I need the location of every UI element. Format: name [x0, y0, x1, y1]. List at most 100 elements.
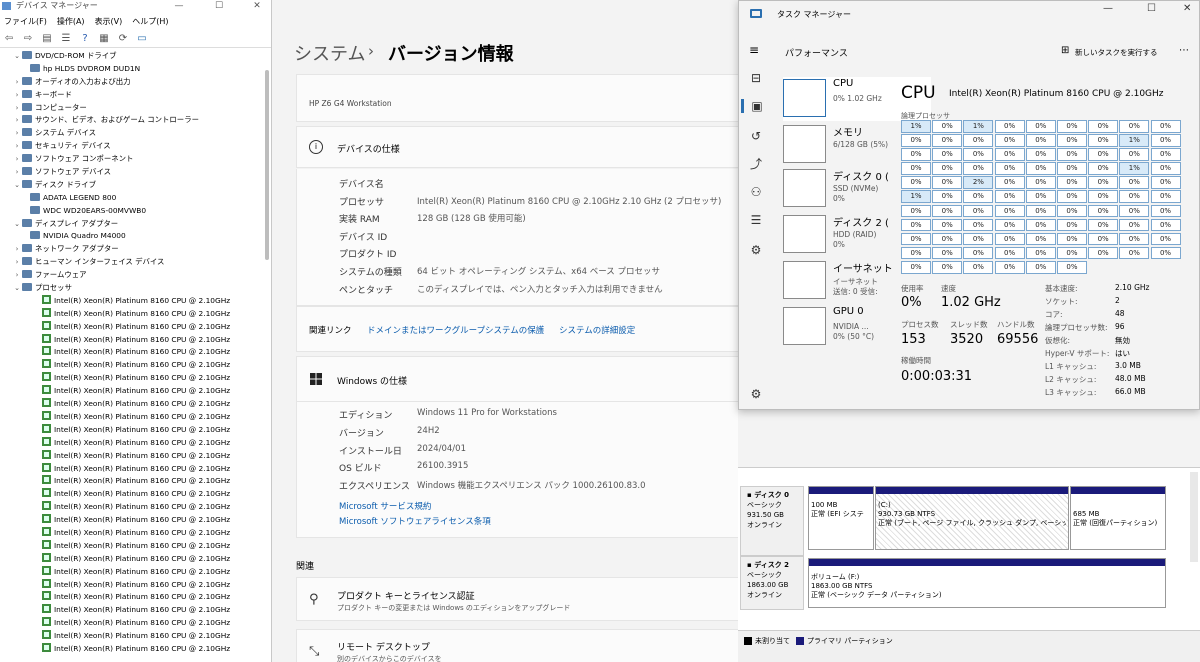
minimize-button[interactable]: —: [166, 0, 192, 12]
processor-item[interactable]: Intel(R) Xeon(R) Platinum 8160 CPU @ 2.1…: [0, 385, 271, 398]
tree-item[interactable]: WDC WD20EARS-00MVWB0: [0, 205, 271, 218]
services-icon[interactable]: ⚙: [749, 243, 763, 257]
processor-item[interactable]: Intel(R) Xeon(R) Platinum 8160 CPU @ 2.1…: [0, 359, 271, 372]
link-domain[interactable]: ドメインまたはワークグループ: [367, 324, 485, 336]
disk0-info[interactable]: ▪ ディスク 0 ベーシック 931.50 GB オンライン: [740, 486, 804, 556]
link-ms-services[interactable]: Microsoft サービス規約: [339, 500, 431, 512]
chevron-right-icon[interactable]: ›: [12, 140, 22, 153]
tree-item[interactable]: › キーボード: [0, 89, 271, 102]
processor-item[interactable]: Intel(R) Xeon(R) Platinum 8160 CPU @ 2.1…: [0, 320, 271, 334]
tree-item[interactable]: NVIDIA Quadro M4000: [0, 230, 271, 243]
product-key-card[interactable]: ⚲ プロダクト キーとライセンス認証 プロダクト キーの変更または Window…: [296, 577, 738, 621]
details-icon[interactable]: ☰: [749, 213, 763, 227]
processor-item[interactable]: Intel(R) Xeon(R) Platinum 8160 CPU @ 2.1…: [0, 294, 271, 308]
run-task-icon[interactable]: ⊞: [1061, 45, 1069, 56]
settings-icon[interactable]: ⚙: [749, 387, 763, 401]
tree-item[interactable]: › ネットワーク アダプター: [0, 243, 271, 256]
processor-item[interactable]: Intel(R) Xeon(R) Platinum 8160 CPU @ 2.1…: [0, 552, 271, 566]
tm-close-button[interactable]: ✕: [1183, 3, 1191, 14]
processor-item[interactable]: Intel(R) Xeon(R) Platinum 8160 CPU @ 2.1…: [0, 630, 271, 643]
processes-icon[interactable]: ⊟: [749, 71, 763, 85]
tree-item[interactable]: ⌄ DVD/CD-ROM ドライブ: [0, 50, 271, 63]
back-icon[interactable]: ⇦: [2, 33, 16, 45]
disk-scrollbar[interactable]: [1190, 472, 1198, 562]
chevron-right-icon[interactable]: ›: [12, 76, 22, 89]
processor-item[interactable]: Intel(R) Xeon(R) Platinum 8160 CPU @ 2.1…: [0, 423, 271, 437]
menu-file[interactable]: ファイル(F): [4, 16, 47, 27]
chevron-right-icon[interactable]: ›: [12, 127, 22, 140]
properties-icon[interactable]: ▤: [40, 33, 54, 45]
chevron-down-icon[interactable]: ⌄: [12, 218, 22, 231]
processor-item[interactable]: Intel(R) Xeon(R) Platinum 8160 CPU @ 2.1…: [0, 501, 271, 514]
menu-action[interactable]: 操作(A): [57, 16, 85, 27]
users-icon[interactable]: ⚇: [749, 185, 763, 199]
processor-item[interactable]: Intel(R) Xeon(R) Platinum 8160 CPU @ 2.1…: [0, 514, 271, 527]
processor-item[interactable]: Intel(R) Xeon(R) Platinum 8160 CPU @ 2.1…: [0, 617, 271, 630]
tree-item[interactable]: › ソフトウェア コンポーネント: [0, 153, 271, 166]
processor-item[interactable]: Intel(R) Xeon(R) Platinum 8160 CPU @ 2.1…: [0, 604, 271, 617]
chevron-right-icon[interactable]: ›: [12, 102, 22, 115]
tm-minimize-button[interactable]: —: [1103, 3, 1113, 14]
close-button[interactable]: ✕: [244, 0, 270, 12]
link-advanced-settings[interactable]: システムの詳細設定: [559, 324, 635, 336]
tree-item[interactable]: › ヒューマン インターフェイス デバイス: [0, 256, 271, 269]
processor-item[interactable]: Intel(R) Xeon(R) Platinum 8160 CPU @ 2.1…: [0, 372, 271, 385]
run-task-button[interactable]: 新しいタスクを実行する: [1075, 47, 1158, 58]
chevron-right-icon[interactable]: ›: [12, 153, 22, 166]
chevron-right-icon[interactable]: ›: [12, 243, 22, 256]
processor-item[interactable]: Intel(R) Xeon(R) Platinum 8160 CPU @ 2.1…: [0, 526, 271, 540]
tree-item[interactable]: › ファームウェア: [0, 269, 271, 282]
update-driver-icon[interactable]: ⟳: [116, 33, 130, 45]
breadcrumb-parent[interactable]: システム: [294, 40, 365, 66]
tree-item[interactable]: ⌄ ディスク ドライブ: [0, 179, 271, 192]
tree-item[interactable]: ⌄ ディスプレイ アダプター: [0, 218, 271, 231]
app-history-icon[interactable]: ↺: [749, 129, 763, 143]
processor-item[interactable]: Intel(R) Xeon(R) Platinum 8160 CPU @ 2.1…: [0, 333, 271, 347]
more-options-icon[interactable]: ⋯: [1179, 45, 1189, 56]
maximize-button[interactable]: ☐: [206, 0, 232, 12]
processor-item[interactable]: Intel(R) Xeon(R) Platinum 8160 CPU @ 2.1…: [0, 565, 271, 579]
processor-item[interactable]: Intel(R) Xeon(R) Platinum 8160 CPU @ 2.1…: [0, 410, 271, 424]
link-ms-license[interactable]: Microsoft ソフトウェアライセンス条項: [339, 515, 491, 527]
remote-desktop-card[interactable]: ⤡ リモート デスクトップ 別のデバイスからこのデバイスを: [296, 629, 738, 662]
partition-efi[interactable]: 100 MB 正常 (EFI システ: [808, 486, 874, 550]
tree-item[interactable]: › サウンド、ビデオ、およびゲーム コントローラー: [0, 114, 271, 127]
chevron-down-icon[interactable]: ⌄: [12, 282, 22, 295]
partition-f[interactable]: ボリューム (F:) 1863.00 GB NTFS 正常 (ベーシック データ…: [808, 558, 1166, 608]
tree-item[interactable]: › ソフトウェア デバイス: [0, 166, 271, 179]
processor-item[interactable]: Intel(R) Xeon(R) Platinum 8160 CPU @ 2.1…: [0, 591, 271, 604]
processor-item[interactable]: Intel(R) Xeon(R) Platinum 8160 CPU @ 2.1…: [0, 436, 271, 450]
tree-item[interactable]: ⌄ プロセッサ: [0, 282, 271, 295]
disk2-info[interactable]: ▪ ディスク 2 ベーシック 1863.00 GB オンライン: [740, 556, 804, 610]
chevron-right-icon[interactable]: ›: [12, 256, 22, 269]
chevron-right-icon[interactable]: ›: [12, 166, 22, 179]
list-icon[interactable]: ☰: [59, 33, 73, 45]
forward-icon[interactable]: ⇨: [21, 33, 35, 45]
windows-spec-header[interactable]: Windows の仕様: [296, 356, 738, 402]
processor-item[interactable]: Intel(R) Xeon(R) Platinum 8160 CPU @ 2.1…: [0, 642, 271, 654]
tree-item[interactable]: › オーディオの入力および出力: [0, 76, 271, 89]
chevron-right-icon[interactable]: ›: [12, 269, 22, 282]
processor-item[interactable]: Intel(R) Xeon(R) Platinum 8160 CPU @ 2.1…: [0, 398, 271, 411]
menu-help[interactable]: ヘルプ(H): [132, 16, 168, 27]
partition-recovery[interactable]: 685 MB 正常 (回復パーティション): [1070, 486, 1166, 550]
chevron-right-icon[interactable]: ›: [12, 114, 22, 127]
processor-item[interactable]: Intel(R) Xeon(R) Platinum 8160 CPU @ 2.1…: [0, 346, 271, 359]
startup-apps-icon[interactable]: ⤴: [749, 157, 763, 171]
menu-view[interactable]: 表示(V): [95, 16, 123, 27]
scrollbar[interactable]: [265, 70, 269, 260]
processor-item[interactable]: Intel(R) Xeon(R) Platinum 8160 CPU @ 2.1…: [0, 462, 271, 476]
help-icon[interactable]: ?: [78, 33, 92, 45]
tm-maximize-button[interactable]: ☐: [1147, 3, 1156, 14]
tree-item[interactable]: › システム デバイス: [0, 127, 271, 140]
tree-item[interactable]: hp HLDS DVDROM DUD1N: [0, 63, 271, 76]
processor-item[interactable]: Intel(R) Xeon(R) Platinum 8160 CPU @ 2.1…: [0, 307, 271, 321]
processor-item[interactable]: Intel(R) Xeon(R) Platinum 8160 CPU @ 2.1…: [0, 578, 271, 592]
device-spec-header[interactable]: i デバイスの仕様: [296, 126, 738, 168]
chevron-down-icon[interactable]: ⌄: [12, 179, 22, 192]
link-system-protection[interactable]: システムの保護: [485, 324, 544, 336]
processor-item[interactable]: Intel(R) Xeon(R) Platinum 8160 CPU @ 2.1…: [0, 475, 271, 488]
tree-item[interactable]: › コンピューター: [0, 102, 271, 115]
tree-item[interactable]: ADATA LEGEND 800: [0, 192, 271, 205]
details-icon[interactable]: ▦: [97, 33, 111, 45]
